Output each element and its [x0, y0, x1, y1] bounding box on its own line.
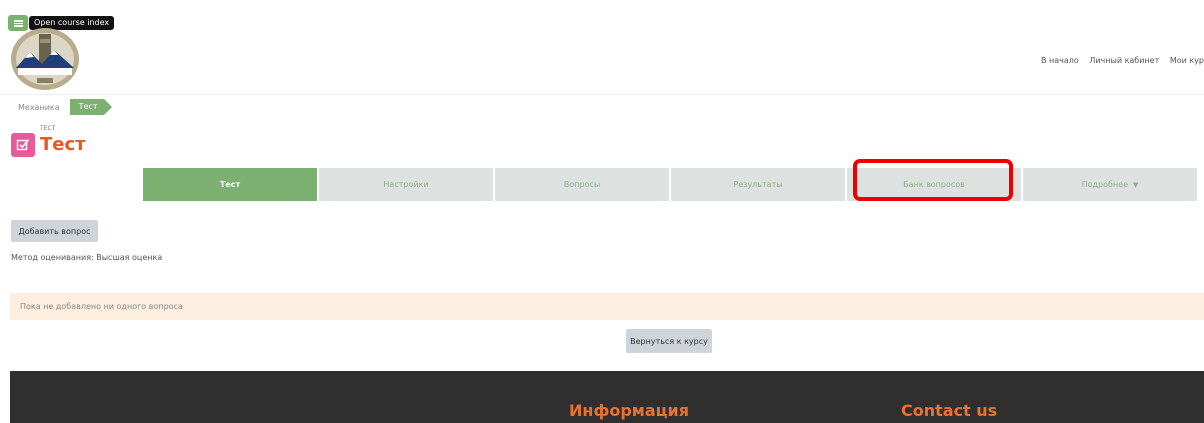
- activity-type-label: ТЕСТ: [40, 125, 56, 132]
- footer-info-heading: Информация: [569, 401, 689, 420]
- page-title: Тест: [40, 134, 86, 155]
- tab-settings[interactable]: Настройки: [319, 168, 493, 201]
- grading-method-text: Метод оценивания: Высшая оценка: [11, 253, 163, 262]
- nav-home-link[interactable]: В начало: [1041, 56, 1079, 65]
- tab-questions[interactable]: Вопросы: [495, 168, 669, 201]
- tab-question-bank[interactable]: Банк вопросов: [847, 168, 1021, 201]
- breadcrumb: Механика Тест: [10, 99, 112, 115]
- top-navigation: В начало Личный кабинет Мои кур: [1033, 56, 1204, 65]
- nav-dashboard-link[interactable]: Личный кабинет: [1089, 56, 1159, 65]
- tab-more-label: Подробнее: [1081, 180, 1129, 189]
- footer-contact-heading: Contact us: [901, 401, 998, 420]
- tab-more[interactable]: Подробнее ▼: [1023, 168, 1197, 201]
- header-divider: [0, 94, 1204, 95]
- no-questions-notice: Пока не добавлено ни одного вопроса: [10, 293, 1204, 320]
- footer: Информация Contact us: [10, 371, 1204, 423]
- add-question-button[interactable]: Добавить вопрос: [11, 220, 98, 242]
- quiz-checkbox-icon: [11, 133, 35, 157]
- tab-results[interactable]: Результаты: [671, 168, 845, 201]
- tab-quiz[interactable]: Тест: [143, 168, 317, 201]
- secondary-navigation: Тест Настройки Вопросы Результаты Банк в…: [143, 168, 1199, 201]
- back-to-course-button[interactable]: Вернуться к курсу: [626, 329, 712, 353]
- site-logo[interactable]: [10, 26, 80, 90]
- chevron-down-icon: ▼: [1133, 180, 1139, 189]
- breadcrumb-current: Тест: [69, 99, 112, 115]
- breadcrumb-course[interactable]: Механика: [18, 103, 60, 112]
- nav-my-courses-link[interactable]: Мои кур: [1170, 56, 1204, 65]
